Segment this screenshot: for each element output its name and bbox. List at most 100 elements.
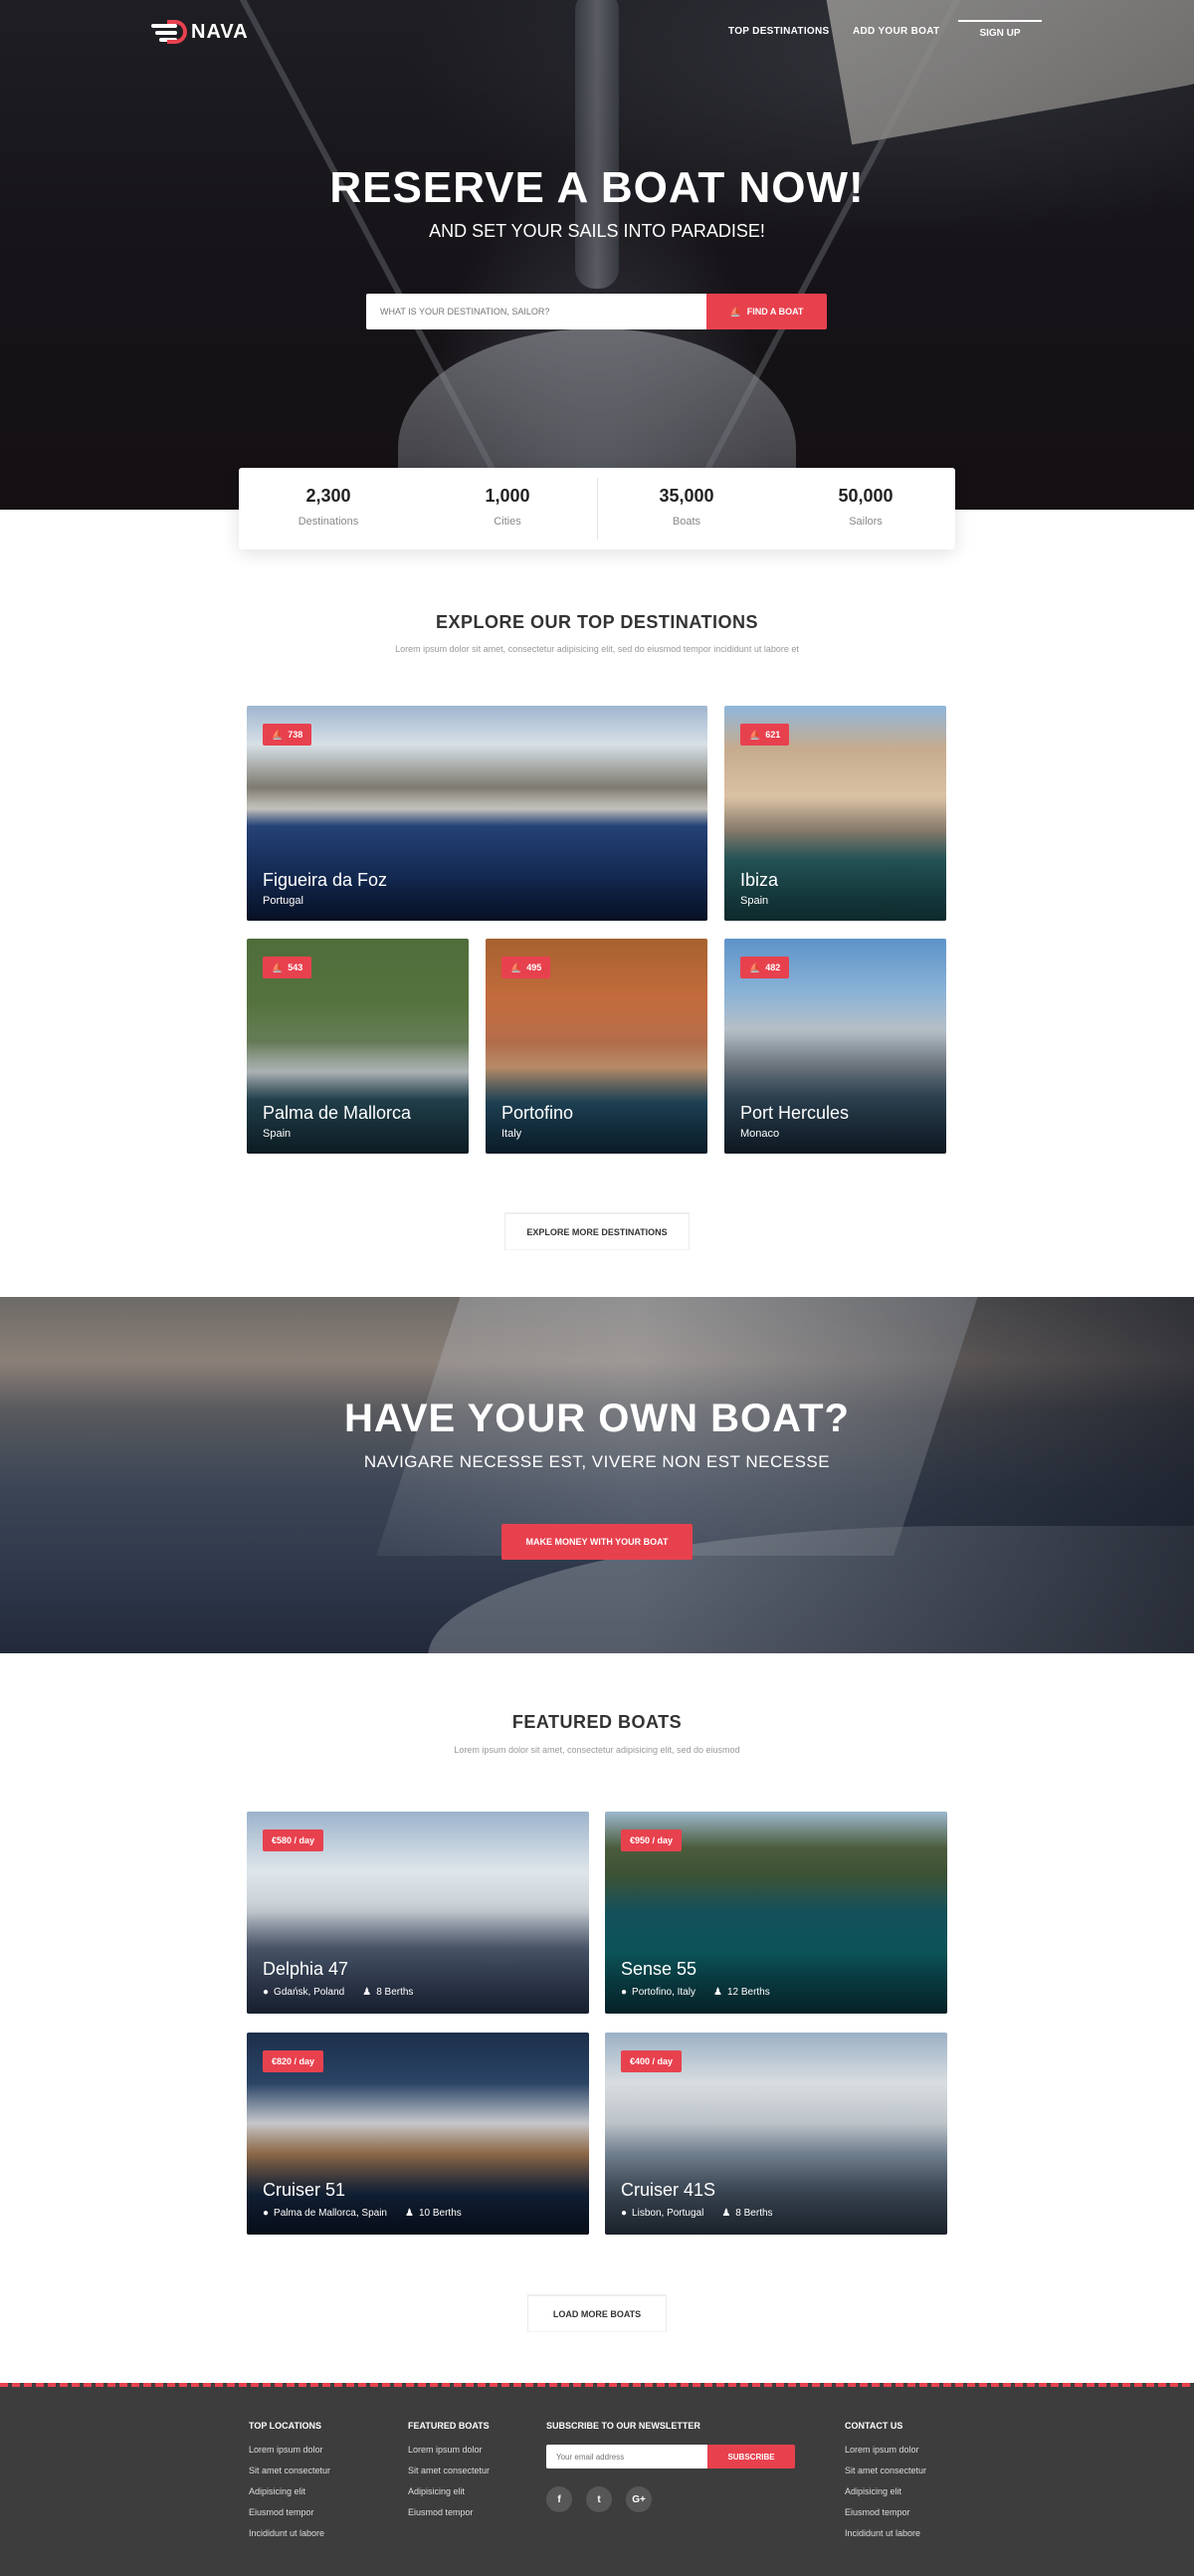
social-links: f t G+ [546,2486,795,2512]
destination-card-figueira-da-foz[interactable]: ⛵ 738 Figueira da Foz Portugal [247,706,707,921]
boat-count-badge: ⛵ 621 [740,724,790,746]
top-nav: NAVA TOP DESTINATIONS ADD YOUR BOAT SIGN… [0,0,1194,68]
footer-link[interactable]: Incididunt ut labore [249,2528,330,2538]
boat-card-cruiser-41s[interactable]: €400 / day Cruiser 41S ● Lisbon, Portugal… [605,2033,947,2235]
boat-card-cruiser-51[interactable]: €820 / day Cruiser 51 ● Palma de Mallorca… [247,2033,589,2235]
footer-link[interactable]: Sit amet consectetur [408,2466,490,2475]
make-money-button[interactable]: MAKE MONEY WITH YOUR BOAT [501,1524,693,1560]
twitter-icon[interactable]: t [586,2486,612,2512]
users-icon: ♟ [712,1987,722,1998]
footer-link[interactable]: Adipisicing elit [408,2486,490,2496]
boat-name: Cruiser 41S [621,2180,716,2200]
footer-top-locations: TOP LOCATIONS Lorem ipsum dolor Sit amet… [249,2421,330,2549]
footer-link[interactable]: Eiusmod tempor [408,2507,490,2517]
destination-search-input[interactable] [366,294,706,329]
find-boat-button[interactable]: ⛵ FIND A BOAT [706,294,827,329]
boat-name: Delphia 47 [263,1959,349,1979]
destination-country: Spain [740,895,769,907]
stat-value: 50,000 [838,486,894,506]
footer-link[interactable]: Eiusmod tempor [845,2507,926,2517]
stat-label: Boats [672,516,701,528]
boat-meta: ● Palma de Mallorca, Spain ♟ 10 Berths [263,2208,462,2219]
newsletter-form: SUBSCRIBE [546,2445,795,2469]
stat-destinations: 2,300 Destinations [239,468,418,549]
footer-link[interactable]: Adipisicing elit [845,2486,926,2496]
map-pin-icon: ● [263,1987,270,1998]
destination-name: Palma de Mallorca [263,1103,412,1123]
find-boat-label: FIND A BOAT [746,307,804,317]
nav-link-add-your-boat[interactable]: ADD YOUR BOAT [853,26,939,37]
sailboat-icon: ⛵ [272,729,284,740]
footer-link[interactable]: Incididunt ut labore [845,2528,926,2538]
footer-column-title: TOP LOCATIONS [249,2421,322,2431]
brand-logo[interactable]: NAVA [151,20,249,44]
nav-link-top-destinations[interactable]: TOP DESTINATIONS [728,26,829,37]
destination-name: Portofino [501,1103,574,1123]
footer-contact: CONTACT US Lorem ipsum dolor Sit amet co… [845,2421,926,2549]
price-badge: €950 / day [621,1829,683,1851]
destination-name: Port Hercules [740,1103,850,1123]
sailboat-icon: ⛵ [510,962,522,972]
boat-location: Portofino, Italy [632,1987,696,1998]
boat-berths: 12 Berths [726,1987,770,1998]
sailboat-icon: ⛵ [749,962,761,972]
boat-location: Palma de Mallorca, Spain [274,2208,387,2219]
load-more-boats-button[interactable]: LOAD MORE BOATS [527,2294,667,2332]
stat-cities: 1,000 Cities [418,468,597,549]
subscribe-button[interactable]: SUBSCRIBE [707,2445,795,2469]
featured-title: FEATURED BOATS [511,1712,683,1732]
boat-count-badge: ⛵ 738 [263,724,312,746]
cta-title: HAVE YOUR OWN BOAT? [344,1396,850,1440]
users-icon: ♟ [405,2208,414,2219]
footer-link[interactable]: Lorem ipsum dolor [408,2445,490,2455]
footer-column-title: SUBSCRIBE TO OUR NEWSLETTER [546,2421,700,2431]
nav-signup-button[interactable]: SIGN UP [958,20,1042,48]
boat-card-sense-55[interactable]: €950 / day Sense 55 ● Portofino, Italy ♟ 1… [605,1812,947,2014]
boat-berths: 8 Berths [376,1987,414,1998]
destination-card-portofino[interactable]: ⛵ 495 Portofino Italy [486,939,707,1154]
footer-link[interactable]: Sit amet consectetur [249,2466,330,2475]
cta-subtitle: NAVIGARE NECESSE EST, VIVERE NON EST NEC… [363,1452,831,1471]
hero-overlay [0,0,1194,510]
sailboat-icon: ⛵ [749,729,761,740]
destination-card-ibiza[interactable]: ⛵ 621 Ibiza Spain [724,706,946,921]
sailboat-icon: ⛵ [272,962,284,972]
boat-name: Sense 55 [621,1959,697,1979]
stat-value: 1,000 [485,486,530,506]
featured-subtitle: Lorem ipsum dolor sit amet, consectetur … [454,1745,740,1755]
footer-column-title: FEATURED BOATS [408,2421,490,2431]
page: NAVA TOP DESTINATIONS ADD YOUR BOAT SIGN… [0,0,1194,2576]
destination-country: Portugal [263,895,303,907]
google-plus-icon[interactable]: G+ [626,2486,652,2512]
price-badge: €820 / day [263,2050,324,2072]
stat-sailors: 50,000 Sailors [776,468,955,549]
boat-card-delphia-47[interactable]: €580 / day Delphia 47 ● Gdańsk, Poland ♟ 8… [247,1812,589,2014]
hero-title: RESERVE A BOAT NOW! [329,163,865,212]
footer-link[interactable]: Lorem ipsum dolor [845,2445,926,2455]
destination-card-palma-de-mallorca[interactable]: ⛵ 543 Palma de Mallorca Spain [247,939,469,1154]
footer-link[interactable]: Sit amet consectetur [845,2466,926,2475]
boat-berths: 8 Berths [735,2208,773,2219]
boat-berths: 10 Berths [418,2208,462,2219]
newsletter-email-input[interactable] [546,2445,707,2469]
destination-name: Figueira da Foz [263,870,388,890]
facebook-icon[interactable]: f [546,2486,572,2512]
stat-label: Sailors [849,516,883,528]
footer-link[interactable]: Lorem ipsum dolor [249,2445,330,2455]
footer-link[interactable]: Adipisicing elit [249,2486,330,2496]
stat-value: 2,300 [305,486,351,506]
brand-name: NAVA [191,20,249,43]
destination-name: Ibiza [740,870,779,890]
stats-bar: 2,300 Destinations 1,000 Cities 35,000 B… [239,468,955,549]
boat-count-badge: ⛵ 543 [263,957,312,978]
boat-meta: ● Gdańsk, Poland ♟ 8 Berths [263,1987,413,1998]
stat-value: 35,000 [659,486,714,506]
stat-boats: 35,000 Boats [597,468,776,549]
footer-link[interactable]: Eiusmod tempor [249,2507,330,2517]
destination-card-port-hercules[interactable]: ⛵ 482 Port Hercules Monaco [724,939,946,1154]
footer-stripe [0,2383,1194,2387]
explore-more-destinations-button[interactable]: EXPLORE MORE DESTINATIONS [504,1212,690,1250]
footer-newsletter: SUBSCRIBE TO OUR NEWSLETTER SUBSCRIBE f … [546,2421,795,2512]
destination-country: Monaco [740,1128,780,1140]
destination-country: Italy [501,1128,522,1140]
